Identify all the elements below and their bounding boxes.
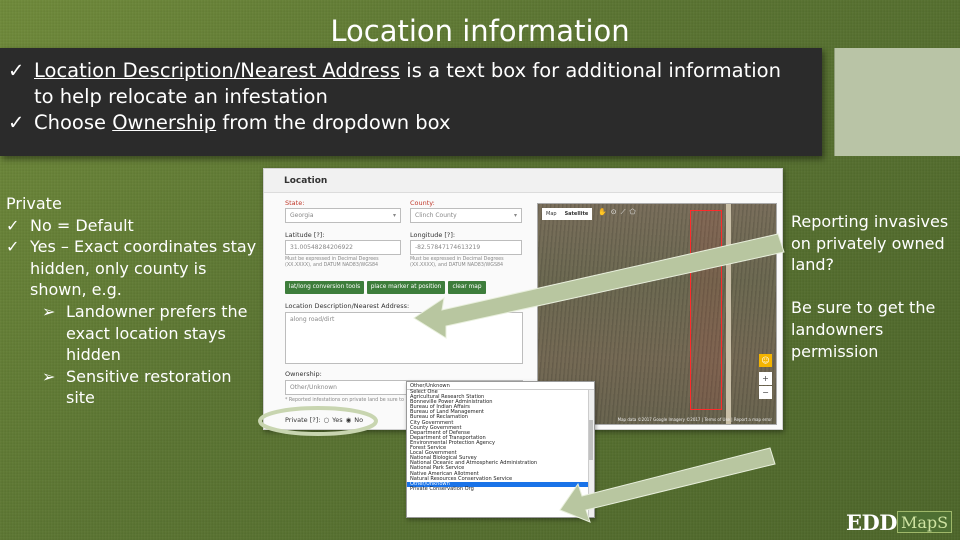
eddmaps-logo: EDD MapS: [846, 509, 953, 535]
arrow-to-dropdown: [559, 447, 776, 523]
logo-edd: EDD: [846, 509, 897, 535]
arrow-to-description: [413, 233, 785, 339]
landowner-notes: Reporting invasives on privately owned l…: [791, 211, 957, 384]
permission-text: Be sure to get the landowners permission: [791, 298, 936, 361]
logo-maps: MapS: [896, 511, 953, 533]
private-highlight-ellipse: [258, 406, 378, 436]
reporting-invasives-text: Reporting invasives on privately owned l…: [791, 212, 949, 275]
